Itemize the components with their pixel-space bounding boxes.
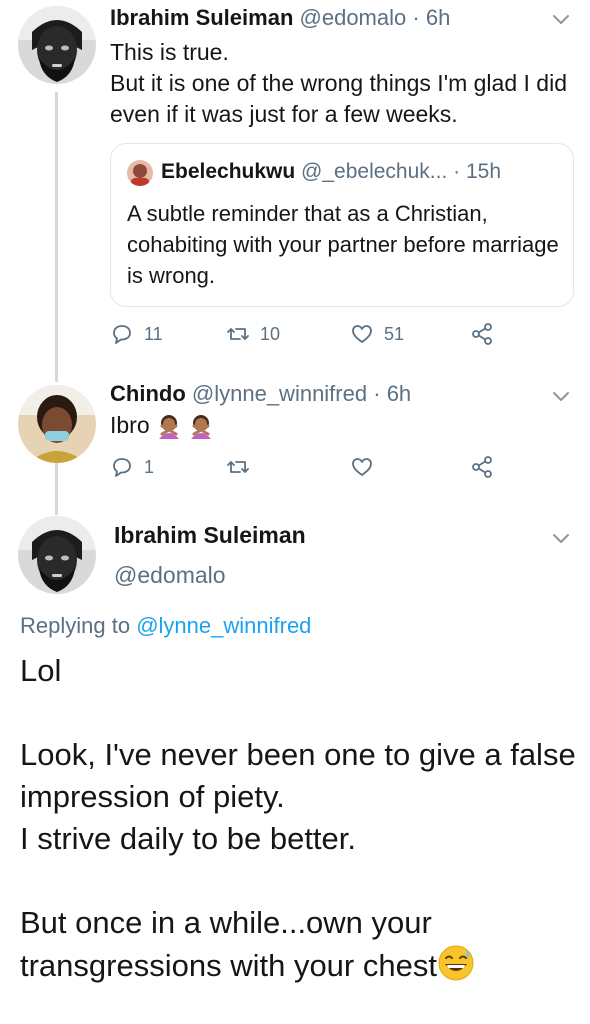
- replying-to-mention[interactable]: @lynne_winnifred: [136, 613, 311, 638]
- retweet-button[interactable]: 10: [226, 322, 280, 346]
- share-button[interactable]: [470, 455, 494, 479]
- grinning-sweat-emoji: [438, 945, 474, 981]
- heart-icon: [352, 458, 372, 476]
- retweet-icon: [227, 461, 249, 473]
- retweet-button[interactable]: [226, 455, 250, 479]
- separator: ·: [373, 381, 381, 406]
- like-count: 51: [384, 323, 405, 344]
- quoted-tweet[interactable]: Ebelechukwu @_ebelechuk... · 15h A subtl…: [110, 143, 574, 307]
- separator: ·: [453, 160, 461, 183]
- reply-count: 11: [144, 323, 163, 344]
- main-tweet-text-content: Lol Look, I've never been one to give a …: [20, 653, 576, 983]
- share-button[interactable]: [470, 322, 494, 346]
- tweet-actions: 11 10 51: [110, 322, 570, 352]
- separator: ·: [412, 5, 420, 30]
- person-gesturing-no-emoji: [159, 415, 180, 439]
- tweet-text: This is true. But it is one of the wrong…: [110, 39, 567, 127]
- retweet-count: 10: [260, 323, 281, 344]
- quote-author-handle: @_ebelechuk...: [301, 160, 448, 183]
- avatar: [127, 160, 153, 186]
- author-handle[interactable]: @lynne_winnifred: [192, 381, 367, 406]
- like-button[interactable]: [350, 455, 374, 479]
- author-name[interactable]: Chindo: [110, 381, 186, 406]
- thread-line-1: [55, 92, 58, 382]
- quote-header: Ebelechukwu @_ebelechuk... · 15h: [161, 158, 501, 186]
- author-name[interactable]: Ibrahim Suleiman: [110, 5, 293, 30]
- reply-button[interactable]: 1: [110, 455, 154, 479]
- tweet-header: Ibrahim Suleiman @edomalo · 6h: [110, 4, 450, 32]
- share-icon: [472, 456, 492, 478]
- reply-icon: [113, 325, 131, 344]
- tweet-actions: 1: [110, 455, 570, 485]
- tweet-text: Ibro: [110, 410, 214, 441]
- quote-text: A subtle reminder that as a Christian, c…: [127, 201, 559, 288]
- replying-to: Replying to @lynne_winnifred: [20, 613, 311, 639]
- main-tweet-text: Lol Look, I've never been one to give a …: [20, 650, 580, 987]
- person-gesturing-no-emoji: [191, 415, 212, 439]
- replying-to-prefix: Replying to: [20, 613, 131, 638]
- author-handle[interactable]: @edomalo: [300, 5, 407, 30]
- reply-count: 1: [144, 456, 155, 477]
- retweet-icon: [227, 328, 249, 340]
- author-name[interactable]: Ibrahim Suleiman: [114, 522, 306, 549]
- avatar[interactable]: [18, 516, 96, 594]
- chevron-down-icon[interactable]: [550, 8, 572, 30]
- thread-line-2: [55, 463, 58, 515]
- heart-icon: [352, 325, 372, 343]
- reply-icon: [113, 458, 131, 477]
- avatar[interactable]: [18, 6, 96, 84]
- quote-author-name: Ebelechukwu: [161, 160, 296, 183]
- reply-button[interactable]: 11: [110, 322, 163, 346]
- share-icon: [472, 323, 492, 345]
- timestamp[interactable]: 6h: [426, 5, 450, 30]
- chevron-down-icon[interactable]: [550, 385, 572, 407]
- chevron-down-icon[interactable]: [550, 527, 572, 549]
- tweet-text-content: Ibro: [110, 412, 150, 438]
- tweet-header: Chindo @lynne_winnifred · 6h: [110, 380, 411, 408]
- avatar[interactable]: [18, 385, 96, 463]
- quote-timestamp: 15h: [465, 160, 502, 183]
- author-handle[interactable]: @edomalo: [114, 562, 226, 589]
- timestamp[interactable]: 6h: [387, 381, 411, 406]
- like-button[interactable]: 51: [350, 322, 404, 346]
